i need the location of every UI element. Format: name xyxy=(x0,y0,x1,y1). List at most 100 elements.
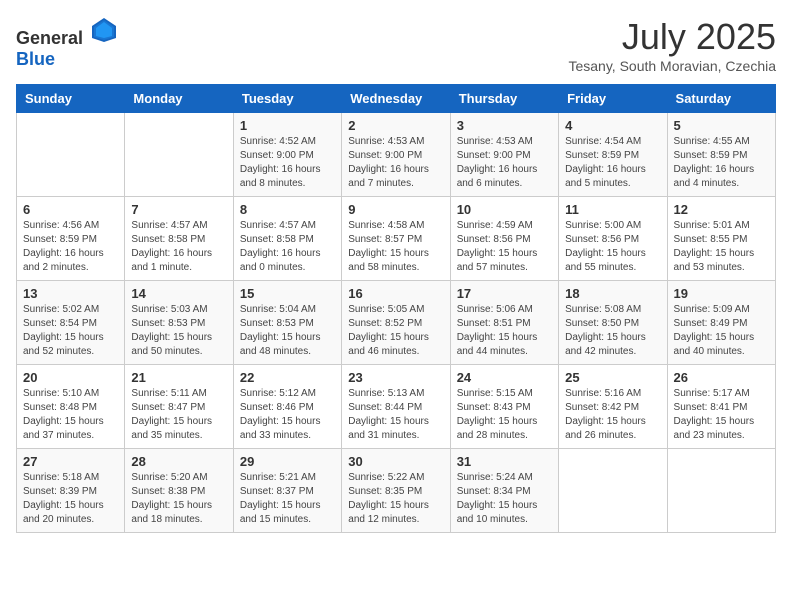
calendar-cell: 25Sunrise: 5:16 AM Sunset: 8:42 PM Dayli… xyxy=(559,365,667,449)
day-number: 14 xyxy=(131,286,226,301)
page-header: General Blue July 2025 Tesany, South Mor… xyxy=(16,16,776,74)
day-number: 10 xyxy=(457,202,552,217)
logo-text: General Blue xyxy=(16,16,118,70)
day-info: Sunrise: 4:55 AM Sunset: 8:59 PM Dayligh… xyxy=(674,135,769,191)
day-info: Sunrise: 5:17 AM Sunset: 8:41 PM Dayligh… xyxy=(674,387,769,443)
day-number: 31 xyxy=(457,454,552,469)
day-info: Sunrise: 4:52 AM Sunset: 9:00 PM Dayligh… xyxy=(240,135,335,191)
day-info: Sunrise: 5:18 AM Sunset: 8:39 PM Dayligh… xyxy=(23,471,118,527)
day-info: Sunrise: 5:12 AM Sunset: 8:46 PM Dayligh… xyxy=(240,387,335,443)
day-info: Sunrise: 4:54 AM Sunset: 8:59 PM Dayligh… xyxy=(565,135,660,191)
day-number: 22 xyxy=(240,370,335,385)
day-number: 5 xyxy=(674,118,769,133)
day-number: 1 xyxy=(240,118,335,133)
day-number: 23 xyxy=(348,370,443,385)
day-number: 7 xyxy=(131,202,226,217)
day-info: Sunrise: 5:10 AM Sunset: 8:48 PM Dayligh… xyxy=(23,387,118,443)
calendar-cell: 14 Sunrise: 5:03 AM Sunset: 8:53 PM Dayli… xyxy=(125,281,233,365)
calendar-cell: 2 Sunrise: 4:53 AM Sunset: 9:00 PM Daylig… xyxy=(342,113,450,197)
week-row-3: 13 Sunrise: 5:02 AM Sunset: 8:54 PM Dayli… xyxy=(17,281,776,365)
day-number: 24 xyxy=(457,370,552,385)
calendar-cell: 17Sunrise: 5:06 AM Sunset: 8:51 PM Dayli… xyxy=(450,281,558,365)
day-number: 8 xyxy=(240,202,335,217)
calendar-cell: 5 Sunrise: 4:55 AM Sunset: 8:59 PM Daylig… xyxy=(667,113,775,197)
day-number: 26 xyxy=(674,370,769,385)
title-section: July 2025 Tesany, South Moravian, Czechi… xyxy=(568,16,776,74)
calendar-cell: 29 Sunrise: 5:21 AM Sunset: 8:37 PM Dayli… xyxy=(233,449,341,533)
days-header-row: SundayMondayTuesdayWednesdayThursdayFrid… xyxy=(17,85,776,113)
day-info: Sunrise: 5:13 AM Sunset: 8:44 PM Dayligh… xyxy=(348,387,443,443)
day-info: Sunrise: 5:03 AM Sunset: 8:53 PM Dayligh… xyxy=(131,303,226,359)
day-info: Sunrise: 4:53 AM Sunset: 9:00 PM Dayligh… xyxy=(457,135,552,191)
calendar-cell: 3 Sunrise: 4:53 AM Sunset: 9:00 PM Daylig… xyxy=(450,113,558,197)
calendar-cell: 6 Sunrise: 4:56 AM Sunset: 8:59 PM Daylig… xyxy=(17,197,125,281)
day-header-saturday: Saturday xyxy=(667,85,775,113)
day-info: Sunrise: 4:56 AM Sunset: 8:59 PM Dayligh… xyxy=(23,219,118,275)
day-number: 15 xyxy=(240,286,335,301)
day-info: Sunrise: 5:24 AM Sunset: 8:34 PM Dayligh… xyxy=(457,471,552,527)
calendar-cell: 28 Sunrise: 5:20 AM Sunset: 8:38 PM Dayli… xyxy=(125,449,233,533)
calendar-cell: 9 Sunrise: 4:58 AM Sunset: 8:57 PM Daylig… xyxy=(342,197,450,281)
week-row-5: 27 Sunrise: 5:18 AM Sunset: 8:39 PM Dayli… xyxy=(17,449,776,533)
logo: General Blue xyxy=(16,16,118,70)
day-header-thursday: Thursday xyxy=(450,85,558,113)
day-info: Sunrise: 5:21 AM Sunset: 8:37 PM Dayligh… xyxy=(240,471,335,527)
logo-general: General xyxy=(16,28,83,48)
calendar-cell: 11 Sunrise: 5:00 AM Sunset: 8:56 PM Dayli… xyxy=(559,197,667,281)
day-number: 6 xyxy=(23,202,118,217)
calendar-cell xyxy=(17,113,125,197)
day-info: Sunrise: 4:58 AM Sunset: 8:57 PM Dayligh… xyxy=(348,219,443,275)
day-info: Sunrise: 5:20 AM Sunset: 8:38 PM Dayligh… xyxy=(131,471,226,527)
day-number: 3 xyxy=(457,118,552,133)
day-info: Sunrise: 5:15 AM Sunset: 8:43 PM Dayligh… xyxy=(457,387,552,443)
calendar-cell: 13 Sunrise: 5:02 AM Sunset: 8:54 PM Dayli… xyxy=(17,281,125,365)
calendar-cell xyxy=(125,113,233,197)
day-header-monday: Monday xyxy=(125,85,233,113)
day-number: 11 xyxy=(565,202,660,217)
day-number: 27 xyxy=(23,454,118,469)
day-info: Sunrise: 4:57 AM Sunset: 8:58 PM Dayligh… xyxy=(131,219,226,275)
calendar-cell: 23 Sunrise: 5:13 AM Sunset: 8:44 PM Dayli… xyxy=(342,365,450,449)
calendar-cell: 24 Sunrise: 5:15 AM Sunset: 8:43 PM Dayli… xyxy=(450,365,558,449)
calendar-cell: 31 Sunrise: 5:24 AM Sunset: 8:34 PM Dayli… xyxy=(450,449,558,533)
week-row-4: 20 Sunrise: 5:10 AM Sunset: 8:48 PM Dayli… xyxy=(17,365,776,449)
day-info: Sunrise: 5:09 AM Sunset: 8:49 PM Dayligh… xyxy=(674,303,769,359)
day-number: 9 xyxy=(348,202,443,217)
day-info: Sunrise: 5:02 AM Sunset: 8:54 PM Dayligh… xyxy=(23,303,118,359)
day-header-sunday: Sunday xyxy=(17,85,125,113)
calendar-cell: 26 Sunrise: 5:17 AM Sunset: 8:41 PM Dayli… xyxy=(667,365,775,449)
calendar-cell: 7 Sunrise: 4:57 AM Sunset: 8:58 PM Daylig… xyxy=(125,197,233,281)
calendar-cell: 16 Sunrise: 5:05 AM Sunset: 8:52 PM Dayli… xyxy=(342,281,450,365)
calendar-cell: 1 Sunrise: 4:52 AM Sunset: 9:00 PM Daylig… xyxy=(233,113,341,197)
calendar-cell: 22 Sunrise: 5:12 AM Sunset: 8:46 PM Dayli… xyxy=(233,365,341,449)
calendar-table: SundayMondayTuesdayWednesdayThursdayFrid… xyxy=(16,84,776,533)
day-number: 4 xyxy=(565,118,660,133)
logo-icon xyxy=(90,16,118,44)
day-number: 16 xyxy=(348,286,443,301)
day-number: 21 xyxy=(131,370,226,385)
calendar-cell: 15Sunrise: 5:04 AM Sunset: 8:53 PM Dayli… xyxy=(233,281,341,365)
calendar-cell: 4 Sunrise: 4:54 AM Sunset: 8:59 PM Daylig… xyxy=(559,113,667,197)
day-info: Sunrise: 4:59 AM Sunset: 8:56 PM Dayligh… xyxy=(457,219,552,275)
week-row-1: 1 Sunrise: 4:52 AM Sunset: 9:00 PM Daylig… xyxy=(17,113,776,197)
day-number: 30 xyxy=(348,454,443,469)
month-title: July 2025 xyxy=(568,16,776,58)
day-number: 20 xyxy=(23,370,118,385)
calendar-cell: 30Sunrise: 5:22 AM Sunset: 8:35 PM Dayli… xyxy=(342,449,450,533)
day-info: Sunrise: 5:06 AM Sunset: 8:51 PM Dayligh… xyxy=(457,303,552,359)
day-number: 13 xyxy=(23,286,118,301)
calendar-cell: 18Sunrise: 5:08 AM Sunset: 8:50 PM Dayli… xyxy=(559,281,667,365)
day-header-tuesday: Tuesday xyxy=(233,85,341,113)
calendar-cell: 27 Sunrise: 5:18 AM Sunset: 8:39 PM Dayli… xyxy=(17,449,125,533)
day-number: 2 xyxy=(348,118,443,133)
calendar-cell: 19Sunrise: 5:09 AM Sunset: 8:49 PM Dayli… xyxy=(667,281,775,365)
day-number: 28 xyxy=(131,454,226,469)
day-number: 29 xyxy=(240,454,335,469)
calendar-cell xyxy=(667,449,775,533)
day-info: Sunrise: 5:05 AM Sunset: 8:52 PM Dayligh… xyxy=(348,303,443,359)
day-info: Sunrise: 5:00 AM Sunset: 8:56 PM Dayligh… xyxy=(565,219,660,275)
day-info: Sunrise: 4:53 AM Sunset: 9:00 PM Dayligh… xyxy=(348,135,443,191)
day-info: Sunrise: 5:01 AM Sunset: 8:55 PM Dayligh… xyxy=(674,219,769,275)
day-info: Sunrise: 5:08 AM Sunset: 8:50 PM Dayligh… xyxy=(565,303,660,359)
location-title: Tesany, South Moravian, Czechia xyxy=(568,58,776,74)
